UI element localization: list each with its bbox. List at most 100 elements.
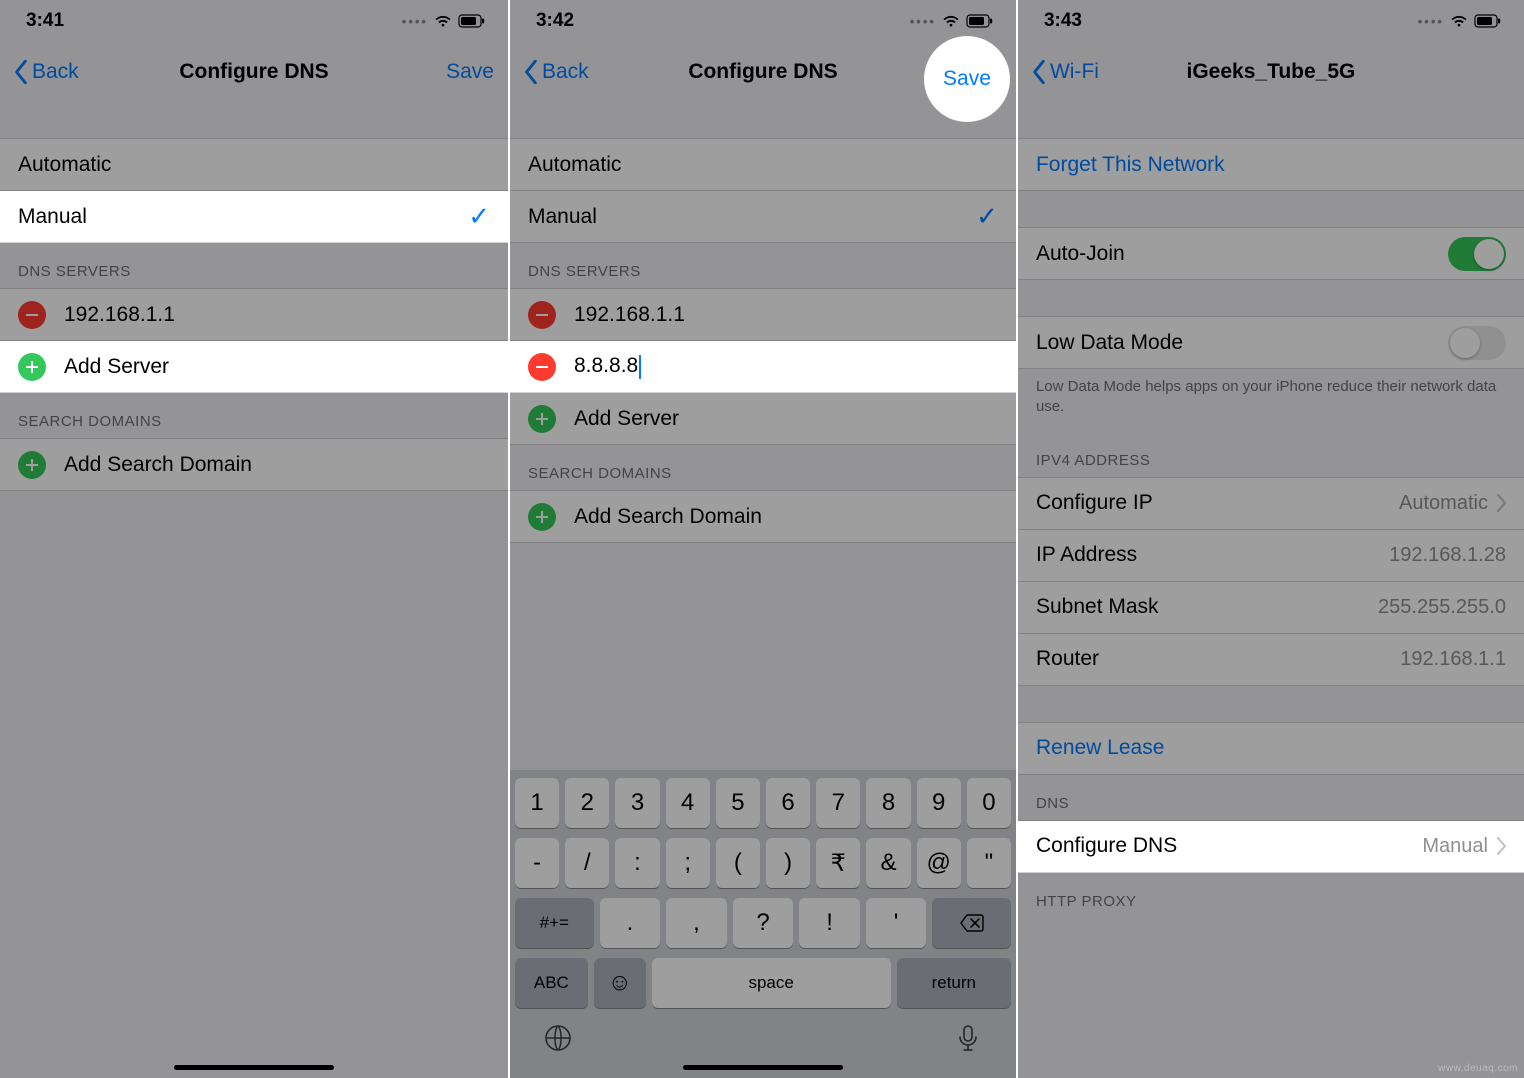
add-server-label: Add Server (64, 355, 490, 379)
add-server-label: Add Server (574, 407, 998, 431)
key-abc[interactable]: ABC (515, 958, 588, 1008)
key-8[interactable]: 8 (866, 778, 910, 828)
save-button-highlight[interactable]: Save (924, 36, 1010, 122)
key-char[interactable]: & (866, 838, 910, 888)
keyboard[interactable]: 1234567890 -/:;()₹&@" #+= . , ? ! ' ABC … (510, 770, 1016, 1078)
option-automatic[interactable]: Automatic (510, 139, 1016, 191)
home-indicator[interactable] (683, 1065, 843, 1070)
key-4[interactable]: 4 (666, 778, 710, 828)
section-dns: DNS (1018, 775, 1524, 820)
add-icon (18, 451, 46, 479)
low-data-mode-label: Low Data Mode (1036, 331, 1448, 355)
renew-lease-label: Renew Lease (1036, 736, 1506, 760)
configure-ip-row[interactable]: Configure IP Automatic (1018, 478, 1524, 530)
home-indicator[interactable] (174, 1065, 334, 1070)
key-comma[interactable]: , (666, 898, 727, 948)
add-search-domain-button[interactable]: Add Search Domain (0, 439, 508, 491)
key-symbols[interactable]: #+= (515, 898, 594, 948)
back-button[interactable]: Back (14, 60, 79, 84)
battery-icon (966, 14, 994, 28)
option-automatic-label: Automatic (18, 153, 490, 177)
nav-bar: Wi-Fi iGeeks_Tube_5G (1018, 42, 1524, 102)
ip-address-value: 192.168.1.28 (1389, 544, 1506, 567)
add-search-domain-label: Add Search Domain (574, 505, 998, 529)
key-0[interactable]: 0 (967, 778, 1011, 828)
section-dns-servers: DNS SERVERS (0, 243, 508, 288)
key-question[interactable]: ? (733, 898, 794, 948)
mic-icon[interactable] (953, 1023, 983, 1058)
key-return[interactable]: return (897, 958, 1011, 1008)
chevron-left-icon (1032, 60, 1046, 84)
key-emoji[interactable]: ☺ (594, 958, 646, 1008)
dns-server-input[interactable]: 8.8.8.8 (574, 354, 998, 378)
add-server-button[interactable]: Add Server (0, 341, 508, 393)
router-value: 192.168.1.1 (1400, 648, 1506, 671)
auto-join-switch[interactable] (1448, 237, 1506, 271)
key-apostrophe[interactable]: ' (866, 898, 927, 948)
key-char[interactable]: @ (917, 838, 961, 888)
screen-configure-dns-manual: 3:41 •••• Back Configure DNS Save Automa… (0, 0, 508, 1078)
forget-network-button[interactable]: Forget This Network (1018, 139, 1524, 191)
back-label: Wi-Fi (1050, 60, 1099, 84)
screen-configure-dns-editing: 3:42 •••• Back Configure DNS Save Save A… (508, 0, 1016, 1078)
dns-server-input-row[interactable]: 8.8.8.8 (510, 341, 1016, 393)
key-char[interactable]: : (615, 838, 659, 888)
subnet-mask-value: 255.255.255.0 (1378, 596, 1506, 619)
remove-icon[interactable] (528, 301, 556, 329)
key-2[interactable]: 2 (565, 778, 609, 828)
status-bar: 3:41 •••• (0, 0, 508, 42)
router-label: Router (1036, 647, 1400, 671)
back-button[interactable]: Back (524, 60, 589, 84)
back-button[interactable]: Wi-Fi (1032, 60, 1099, 84)
globe-icon[interactable] (543, 1023, 573, 1058)
save-button[interactable]: Save (444, 60, 494, 84)
key-char[interactable]: " (967, 838, 1011, 888)
add-search-domain-label: Add Search Domain (64, 453, 490, 477)
wifi-icon (942, 14, 960, 28)
low-data-mode-switch[interactable] (1448, 326, 1506, 360)
text-cursor (639, 355, 641, 379)
renew-lease-button[interactable]: Renew Lease (1018, 723, 1524, 775)
low-data-mode-row: Low Data Mode (1018, 317, 1524, 369)
key-7[interactable]: 7 (816, 778, 860, 828)
key-char[interactable]: ) (766, 838, 810, 888)
key-char[interactable]: / (565, 838, 609, 888)
checkmark-icon: ✓ (976, 201, 998, 232)
key-period[interactable]: . (600, 898, 661, 948)
key-char[interactable]: ₹ (816, 838, 860, 888)
status-time: 3:42 (536, 10, 574, 32)
battery-icon (458, 14, 486, 28)
key-char[interactable]: ( (716, 838, 760, 888)
emoji-icon: ☺ (607, 969, 632, 997)
key-6[interactable]: 6 (766, 778, 810, 828)
key-exclamation[interactable]: ! (799, 898, 860, 948)
key-backspace[interactable] (932, 898, 1011, 948)
key-3[interactable]: 3 (615, 778, 659, 828)
subnet-mask-label: Subnet Mask (1036, 595, 1378, 619)
option-automatic[interactable]: Automatic (0, 139, 508, 191)
option-automatic-label: Automatic (528, 153, 998, 177)
option-manual[interactable]: Manual ✓ (510, 191, 1016, 243)
screen-wifi-details: 3:43 •••• Wi-Fi iGeeks_Tube_5G Forget Th… (1016, 0, 1524, 1078)
remove-icon[interactable] (528, 353, 556, 381)
key-1[interactable]: 1 (515, 778, 559, 828)
option-manual[interactable]: Manual ✓ (0, 191, 508, 243)
section-search-domains: SEARCH DOMAINS (510, 445, 1016, 490)
section-ipv4: IPV4 ADDRESS (1018, 432, 1524, 477)
add-search-domain-button[interactable]: Add Search Domain (510, 491, 1016, 543)
key-char[interactable]: - (515, 838, 559, 888)
key-space[interactable]: space (652, 958, 891, 1008)
key-char[interactable]: ; (666, 838, 710, 888)
dns-server-row[interactable]: 192.168.1.1 (0, 289, 508, 341)
remove-icon[interactable] (18, 301, 46, 329)
router-row: Router 192.168.1.1 (1018, 634, 1524, 686)
key-9[interactable]: 9 (917, 778, 961, 828)
configure-dns-row[interactable]: Configure DNS Manual (1018, 821, 1524, 873)
add-server-button[interactable]: Add Server (510, 393, 1016, 445)
dns-server-row[interactable]: 192.168.1.1 (510, 289, 1016, 341)
ip-address-label: IP Address (1036, 543, 1389, 567)
battery-icon (1474, 14, 1502, 28)
section-search-domains: SEARCH DOMAINS (0, 393, 508, 438)
wifi-icon (434, 14, 452, 28)
key-5[interactable]: 5 (716, 778, 760, 828)
